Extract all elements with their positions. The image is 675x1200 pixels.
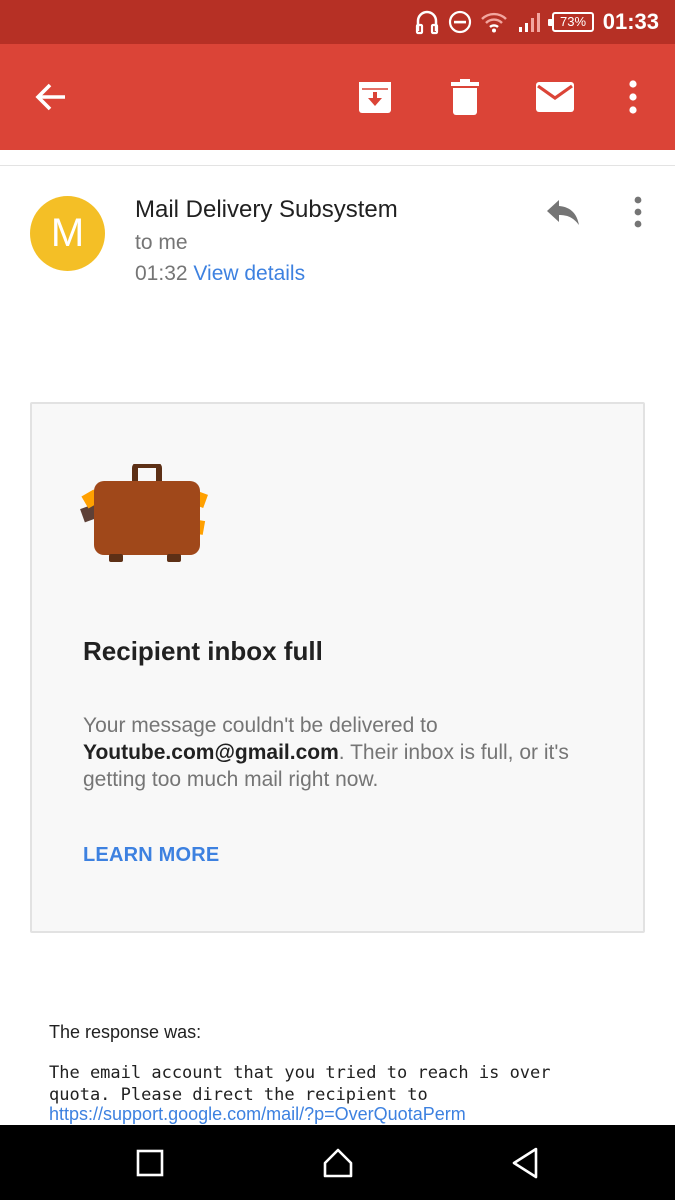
back-arrow-icon [35,83,65,111]
suitcase-icon [80,464,208,562]
divider [0,150,675,166]
battery-indicator: 73% [548,12,594,32]
mark-unread-button[interactable] [520,44,590,150]
recents-button[interactable] [110,1125,190,1200]
back-triangle-icon [512,1147,538,1178]
recipient-address: Youtube.com@gmail.com [83,741,339,764]
card-title: Recipient inbox full [83,636,323,666]
status-bar: 73% 01:33 [0,0,675,44]
sender-name: Mail Delivery Subsystem [135,196,398,223]
home-button[interactable] [298,1125,378,1200]
email-time: 01:32 [135,262,188,285]
more-options-button[interactable] [598,44,668,150]
back-button[interactable] [16,44,86,150]
message-more-button[interactable] [620,190,656,234]
reply-icon [547,200,579,225]
email-meta: 01:32 View details [135,262,305,286]
recipient-label: to me [135,231,188,254]
support-link[interactable]: https://support.google.com/mail/?p=OverQ… [49,1104,466,1125]
more-vert-icon [634,196,642,228]
navigation-bar [0,1125,675,1200]
back-nav-button[interactable] [485,1125,565,1200]
do-not-disturb-icon [446,0,474,44]
archive-button[interactable] [340,44,410,150]
reply-button[interactable] [538,190,588,234]
wifi-icon [478,0,510,44]
app-bar [0,44,675,150]
delete-button[interactable] [430,44,500,150]
card-message: Your message couldn't be delivered to Yo… [83,714,569,791]
bounce-card: Recipient inbox full Your message couldn… [30,402,645,933]
response-body: The email account that you tried to reac… [49,1063,551,1105]
avatar[interactable]: M [30,196,105,271]
signal-icon [515,0,545,44]
response-label: The response was: [49,1022,202,1042]
recents-square-icon [136,1149,164,1176]
archive-icon [359,82,391,113]
view-details-link[interactable]: View details [193,262,305,285]
learn-more-link[interactable]: LEARN MORE [83,844,219,867]
home-icon [323,1148,353,1177]
status-time: 01:33 [602,9,659,34]
headset-icon [412,0,442,44]
mark-unread-icon [536,82,574,112]
more-vert-icon [629,80,637,114]
delete-icon [451,79,479,115]
